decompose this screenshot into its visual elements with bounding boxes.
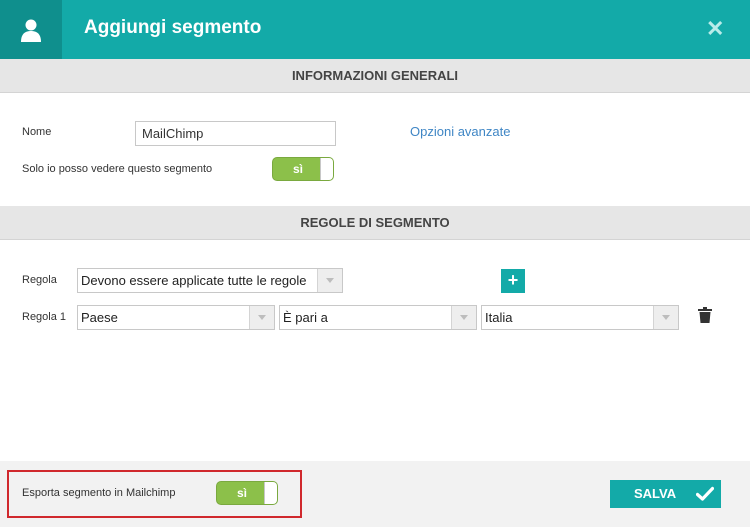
export-label: Esporta segmento in Mailchimp	[22, 487, 176, 499]
dialog-header: Aggiungi segmento ✕	[0, 0, 750, 59]
rule-mode-value: Devono essere applicate tutte le regole	[81, 273, 307, 288]
visibility-label: Solo io posso vedere questo segmento	[22, 163, 213, 175]
toggle-knob	[264, 482, 277, 504]
rule-mode-select[interactable]: Devono essere applicate tutte le regole	[77, 268, 343, 293]
rule-1-value-select[interactable]: Italia	[481, 305, 679, 330]
rule-1-field-select[interactable]: Paese	[77, 305, 275, 330]
rule-1-value-value: Italia	[485, 310, 513, 325]
export-toggle[interactable]: sì	[216, 481, 278, 505]
visibility-toggle[interactable]: sì	[272, 157, 334, 181]
save-button[interactable]: SALVA	[610, 480, 721, 508]
rule-1-operator-select[interactable]: È pari a	[279, 305, 477, 330]
dialog-title: Aggiungi segmento	[84, 17, 262, 38]
rule-1-field-value: Paese	[81, 310, 118, 325]
close-icon[interactable]: ✕	[706, 16, 724, 42]
add-rule-button[interactable]: +	[501, 269, 525, 293]
save-button-label: SALVA	[634, 486, 677, 501]
visibility-toggle-label: sì	[292, 162, 303, 176]
check-icon	[695, 486, 715, 505]
export-toggle-label: sì	[236, 486, 247, 500]
toggle-knob	[320, 158, 333, 180]
name-input[interactable]	[135, 121, 336, 146]
trash-icon[interactable]	[698, 307, 712, 328]
general-section-header: INFORMAZIONI GENERALI	[0, 59, 750, 93]
chevron-down-icon	[249, 306, 274, 329]
chevron-down-icon	[451, 306, 476, 329]
name-label: Nome	[22, 126, 52, 138]
rules-section-header: REGOLE DI SEGMENTO	[0, 206, 750, 240]
user-icon	[0, 0, 62, 59]
advanced-options-link[interactable]: Opzioni avanzate	[410, 124, 510, 139]
chevron-down-icon	[653, 306, 678, 329]
rule-1-label: Regola 1	[22, 311, 67, 323]
rule-mode-label: Regola	[22, 274, 57, 286]
chevron-down-icon	[317, 269, 342, 292]
rule-1-operator-value: È pari a	[283, 310, 328, 325]
